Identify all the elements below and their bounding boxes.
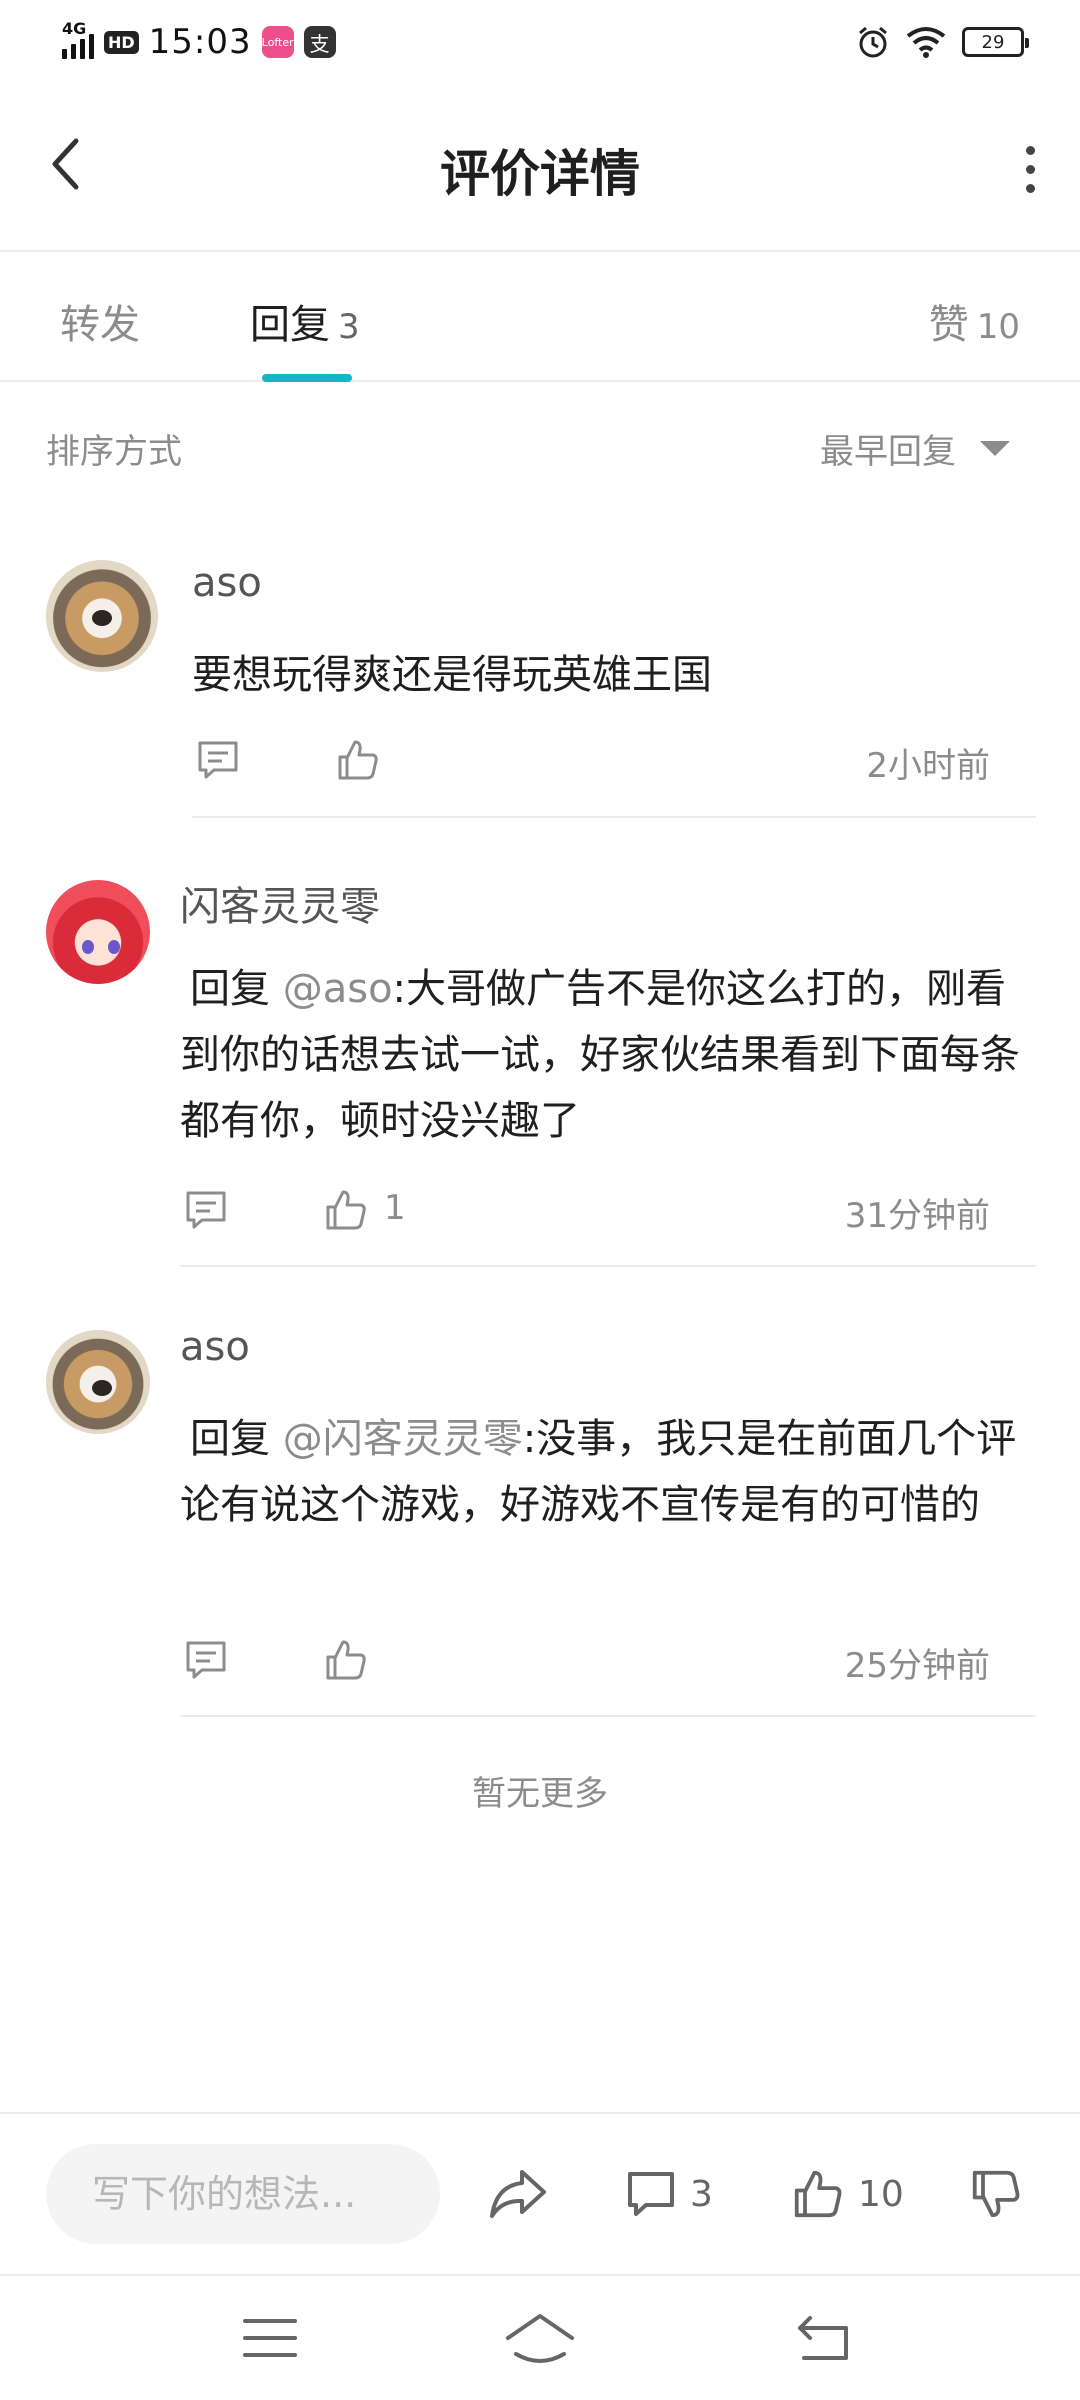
avatar[interactable] [46,1330,150,1434]
thumbs-up-icon [794,2170,842,2218]
battery-level: 29 [981,31,1005,53]
more-dot-icon [1025,164,1035,174]
tab-like[interactable]: 赞 10 [929,292,1020,350]
home-icon [506,2314,574,2363]
home-nav-button[interactable] [500,2306,580,2370]
tab-bar: 转发 回复 3 赞 10 [0,254,1080,382]
no-more-label: 暂无更多 [472,1774,608,1814]
comment-item: aso 回复 @闪客灵灵零:没事，我只是在前面几个评论有说这个游戏，好游戏不宣传… [0,1310,1080,1720]
tab-like-label: 赞 [928,302,969,348]
alipay-app-icon: 支 [303,26,336,58]
lofter-app-icon: Lofter [261,26,294,58]
thumbs-up-icon[interactable] [324,1188,368,1232]
comment-actions: 2小时前 [196,730,990,790]
comment-time: 2小时前 [866,746,990,786]
status-left: 4G HD 15:03 Lofter 支 [62,18,336,66]
tab-forward-label: 转发 [60,302,140,348]
alarm-icon [859,26,887,58]
back-nav-button[interactable] [784,2306,864,2370]
comment-icon [628,2172,674,2216]
reply-prefix: 回复 [190,1416,270,1462]
signal-icon: 4G [62,19,94,59]
app-header: 评价详情 [0,84,1080,252]
hd-badge: HD [104,30,139,54]
tab-reply-label: 回复 [250,302,330,348]
more-dot-icon [1025,183,1035,193]
menu-nav-button[interactable] [230,2306,310,2370]
comment-body: 回复 @闪客灵灵零:没事，我只是在前面几个评论有说这个游戏，好游戏不宣传是有的可… [180,1406,1040,1538]
sort-bar: 排序方式 最早回复 [0,384,1080,508]
divider [180,1265,1036,1267]
comment-time: 25分钟前 [844,1646,990,1686]
comment-item: aso 要想玩得爽还是得玩英雄王国 2小时前 [0,548,1080,818]
divider [192,816,1036,818]
comment-body: 要想玩得爽还是得玩英雄王国 [192,642,1052,708]
mention-link[interactable]: @aso [283,966,393,1012]
caret-down-icon [980,441,1010,456]
dislike-button[interactable] [970,2156,1022,2232]
more-options-button[interactable] [1000,134,1060,204]
avatar[interactable] [46,560,158,672]
bottom-action-bar: 3 10 [0,2112,1080,2272]
like-count: 1 [384,1188,406,1228]
thumbs-up-icon[interactable] [336,738,380,782]
mention-link[interactable]: @闪客灵灵零 [283,1416,523,1462]
tab-reply[interactable]: 回复 3 [250,292,360,350]
thumbs-down-icon [972,2170,1020,2218]
network-type: 4G [62,19,87,38]
comment-author[interactable]: aso [180,1324,250,1370]
wifi-icon [906,27,946,58]
back-arrow-icon [798,2316,848,2360]
status-right: 29 [856,22,1029,62]
battery-icon: 29 [962,27,1029,57]
system-nav-bar [0,2274,1080,2400]
like-count: 10 [858,2173,904,2215]
reply-icon[interactable] [196,738,240,782]
reply-prefix: 回复 [190,966,270,1012]
comment-item: 闪客灵灵零 回复 @aso:大哥做广告不是你这么打的，刚看到你的话想去试一试，好… [0,860,1080,1270]
like-button[interactable]: 10 [792,2156,904,2232]
comment-time: 31分钟前 [844,1196,990,1236]
tab-like-count: 10 [976,307,1020,347]
comment-body: 回复 @aso:大哥做广告不是你这么打的，刚看到你的话想去试一试，好家伙结果看到… [180,956,1040,1154]
comment-actions: 1 31分钟前 [184,1180,990,1240]
sort-dropdown[interactable]: 最早回复 [820,424,1010,473]
page-title: 评价详情 [440,145,640,203]
comment-count-button[interactable]: 3 [626,2156,713,2232]
divider [180,1715,1036,1717]
comment-author[interactable]: aso [192,560,262,606]
menu-icon [243,2319,297,2357]
clock: 15:03 [148,22,252,62]
share-button[interactable] [488,2156,548,2232]
comment-text: 要想玩得爽还是得玩英雄王国 [192,652,712,698]
active-tab-indicator [262,374,352,382]
more-dot-icon [1025,145,1035,155]
share-icon [490,2170,546,2218]
comment-actions: 25分钟前 [184,1630,990,1690]
reply-icon[interactable] [184,1188,228,1232]
sort-label: 排序方式 [46,432,182,472]
reply-icon[interactable] [184,1638,228,1682]
avatar[interactable] [46,880,150,984]
sort-value: 最早回复 [820,432,956,472]
tab-forward[interactable]: 转发 [60,292,140,350]
thumbs-up-icon[interactable] [324,1638,368,1682]
comment-input[interactable] [46,2144,440,2244]
comment-author[interactable]: 闪客灵灵零 [180,874,380,932]
tab-reply-count: 3 [338,307,360,347]
comment-count: 3 [690,2173,713,2215]
status-bar: 4G HD 15:03 Lofter 支 29 [0,0,1080,84]
